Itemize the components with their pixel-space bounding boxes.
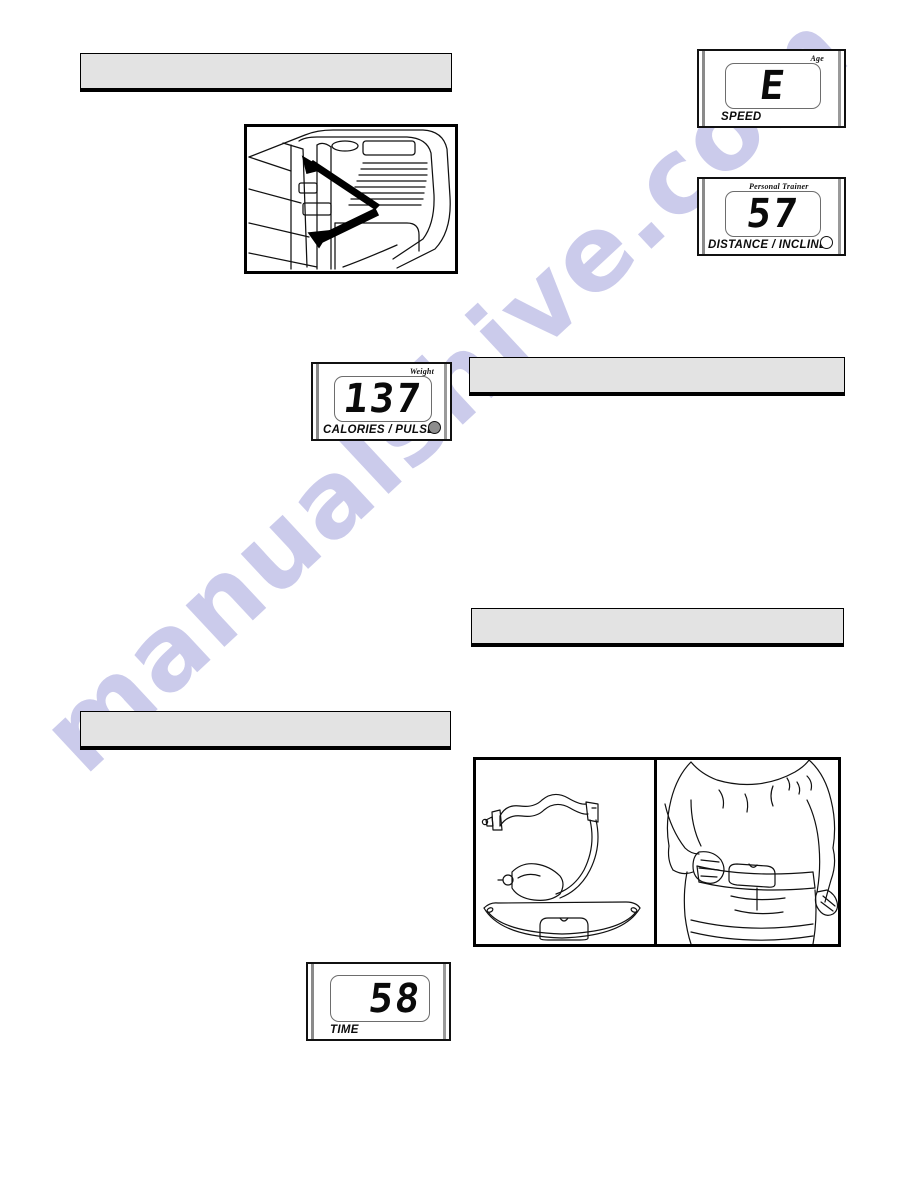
- heading-bar-lower-right: [471, 608, 844, 647]
- chest-strap-worn-illustration: [664, 760, 838, 944]
- distance-incline-caption: DISTANCE / INCLINE: [708, 239, 827, 251]
- console-right-edge-bar: [838, 51, 841, 126]
- speed-caption: SPEED: [721, 111, 762, 123]
- personal-trainer-label: Personal Trainer: [749, 182, 809, 191]
- pulse-indicator-light-icon: [428, 421, 441, 434]
- distance-incline-lcd-digits: 57: [744, 191, 802, 237]
- calories-pulse-lcd-window: 137: [334, 376, 432, 422]
- weight-label: Weight: [409, 367, 434, 376]
- console-left-edge-bar: [702, 51, 705, 126]
- console-right-edge-bar: [443, 964, 446, 1039]
- speed-console: Age E SPEED: [697, 49, 846, 128]
- console-right-edge-bar: [838, 179, 841, 254]
- distance-incline-lcd-window: 57: [725, 191, 821, 237]
- chest-strap-figure: [473, 757, 841, 947]
- manual-page: Age E SPEED Personal Trainer 57 DISTANCE…: [0, 0, 918, 1188]
- console-left-edge-bar: [316, 364, 319, 439]
- distance-incline-console: Personal Trainer 57 DISTANCE / INCLINE: [697, 177, 846, 256]
- calories-pulse-lcd-digits: 137: [341, 376, 425, 422]
- time-lcd-window: 58: [330, 975, 430, 1022]
- age-label: Age: [810, 54, 824, 63]
- time-caption: TIME: [330, 1024, 359, 1036]
- calories-pulse-console: Weight 137 CALORIES / PULSE: [311, 362, 452, 441]
- heading-bar-top-left: [80, 53, 452, 92]
- speed-lcd-digits: E: [757, 63, 789, 109]
- console-left-edge-bar: [702, 179, 705, 254]
- calories-pulse-caption: CALORIES / PULSE: [323, 424, 436, 436]
- heading-bar-lower-left: [80, 711, 451, 750]
- chest-strap-parts-illustration: [481, 793, 641, 941]
- console-left-edge-bar: [311, 964, 314, 1039]
- time-lcd-digits: 58: [366, 975, 424, 1022]
- speed-lcd-window: E: [725, 63, 821, 109]
- heading-bar-mid-right: [469, 357, 845, 396]
- time-console: 58 TIME: [306, 962, 451, 1041]
- treadmill-deck-illustration: [248, 129, 451, 270]
- console-right-edge-bar: [444, 364, 447, 439]
- treadmill-deck-figure: [244, 124, 458, 274]
- incline-indicator-light-icon: [820, 236, 833, 249]
